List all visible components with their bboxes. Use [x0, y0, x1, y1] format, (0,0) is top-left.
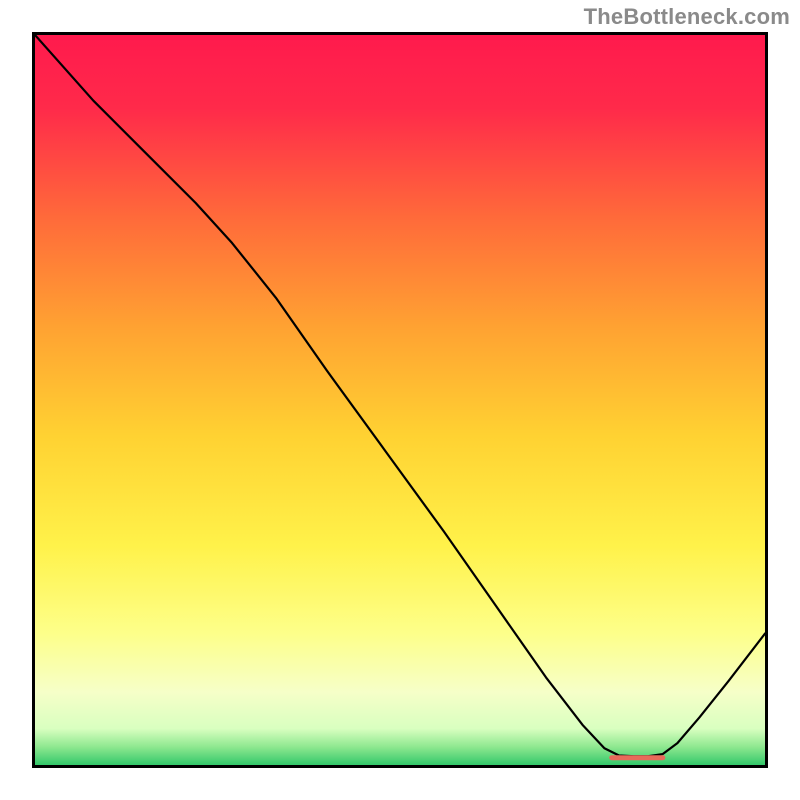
gradient-background [35, 35, 765, 765]
watermark-text: TheBottleneck.com [584, 4, 790, 30]
chart-container: TheBottleneck.com [0, 0, 800, 800]
plot-axes-frame [32, 32, 768, 768]
bottleneck-chart [35, 35, 765, 765]
